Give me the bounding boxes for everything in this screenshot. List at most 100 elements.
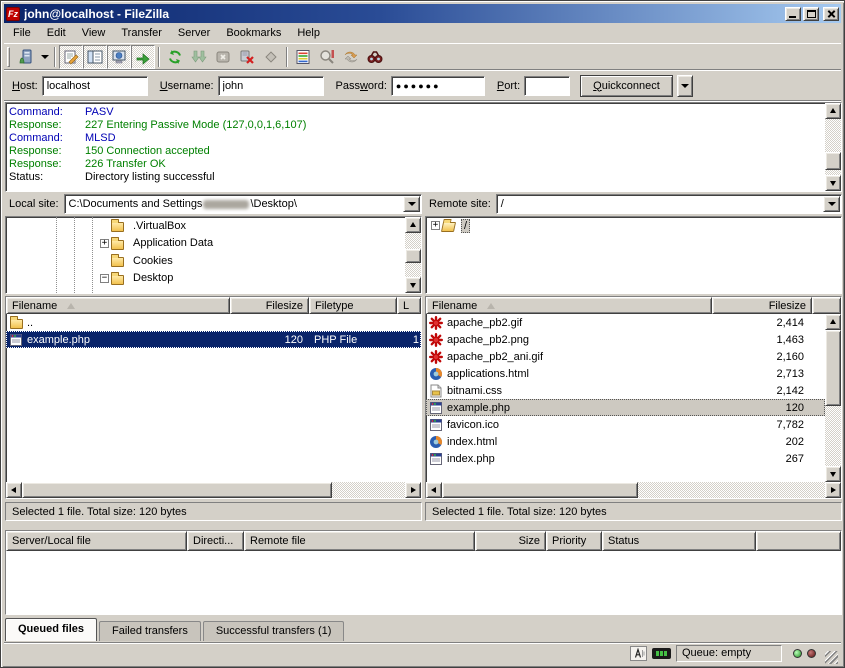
column-header-filesize[interactable]: Filesize bbox=[712, 297, 812, 314]
scroll-left-button[interactable] bbox=[426, 482, 442, 498]
file-row[interactable]: apache_pb2_ani.gif 2,160 bbox=[426, 348, 825, 365]
quickconnect-dropdown-button[interactable] bbox=[677, 75, 693, 97]
scroll-right-button[interactable] bbox=[405, 482, 421, 498]
menu-edit[interactable]: Edit bbox=[39, 24, 74, 42]
reconnect-icon bbox=[263, 49, 279, 65]
menu-bar: File Edit View Transfer Server Bookmarks… bbox=[4, 23, 841, 43]
scroll-down-button[interactable] bbox=[405, 277, 421, 293]
maximize-icon bbox=[807, 10, 816, 18]
file-row-updir[interactable]: .. bbox=[6, 314, 421, 331]
directory-comparison-button[interactable] bbox=[315, 45, 339, 69]
file-row[interactable]: favicon.ico 7,782 bbox=[426, 416, 825, 433]
file-row[interactable]: bitnami.css 2,142 bbox=[426, 382, 825, 399]
collapse-icon[interactable]: − bbox=[100, 274, 109, 283]
tree-item-application-data[interactable]: + Application Data bbox=[6, 235, 421, 253]
queue-column-size[interactable]: Size bbox=[475, 531, 546, 551]
toggle-queue-button[interactable] bbox=[131, 45, 155, 69]
toolbar-grip[interactable] bbox=[7, 47, 10, 67]
refresh-button[interactable] bbox=[163, 45, 187, 69]
site-manager-button[interactable] bbox=[14, 45, 38, 69]
toggle-local-tree-button[interactable] bbox=[83, 45, 107, 69]
tree-item-cookies[interactable]: Cookies bbox=[6, 252, 421, 270]
file-row[interactable]: applications.html 2,713 bbox=[426, 365, 825, 382]
quickconnect-button[interactable]: Quickconnect bbox=[580, 75, 673, 97]
tree-item-desktop[interactable]: − Desktop bbox=[6, 270, 421, 288]
resize-grip[interactable] bbox=[825, 651, 838, 664]
tree-item-virtualbox[interactable]: .VirtualBox bbox=[6, 217, 421, 235]
speedlimit-indicator-icon[interactable] bbox=[652, 648, 671, 659]
menu-help[interactable]: Help bbox=[289, 24, 328, 42]
remote-hscrollbar[interactable] bbox=[426, 482, 841, 498]
host-input[interactable] bbox=[42, 76, 148, 96]
menu-server[interactable]: Server bbox=[170, 24, 218, 42]
scroll-right-button[interactable] bbox=[825, 482, 841, 498]
toggle-remote-tree-button[interactable] bbox=[107, 45, 131, 69]
find-files-button[interactable] bbox=[363, 45, 387, 69]
local-hscrollbar[interactable] bbox=[6, 482, 421, 498]
queue-column-priority[interactable]: Priority bbox=[546, 531, 602, 551]
transfer-type-indicator[interactable] bbox=[630, 646, 647, 661]
maximize-button[interactable] bbox=[803, 7, 819, 21]
process-queue-button[interactable] bbox=[187, 45, 211, 69]
scrollbar-thumb[interactable] bbox=[442, 482, 638, 498]
toggle-message-log-button[interactable] bbox=[59, 45, 83, 69]
column-header-filename[interactable]: Filename bbox=[426, 297, 712, 314]
queue-column-direction[interactable]: Directi... bbox=[187, 531, 244, 551]
tab-queued-files[interactable]: Queued files bbox=[5, 618, 97, 641]
cancel-button[interactable] bbox=[211, 45, 235, 69]
disconnect-button[interactable] bbox=[235, 45, 259, 69]
username-input[interactable] bbox=[218, 76, 324, 96]
scrollbar-thumb[interactable] bbox=[405, 249, 421, 263]
arrow-up-icon bbox=[830, 316, 836, 324]
menu-view[interactable]: View bbox=[74, 24, 114, 42]
remote-vscrollbar[interactable] bbox=[825, 314, 841, 482]
queue-column-status[interactable]: Status bbox=[602, 531, 756, 551]
scroll-up-button[interactable] bbox=[405, 217, 421, 233]
synchronized-browsing-button[interactable] bbox=[339, 45, 363, 69]
scroll-left-button[interactable] bbox=[6, 482, 22, 498]
minimize-button[interactable] bbox=[785, 7, 801, 21]
file-row[interactable]: apache_pb2.gif 2,414 bbox=[426, 314, 825, 331]
scroll-up-button[interactable] bbox=[825, 314, 841, 330]
port-input[interactable] bbox=[524, 76, 570, 96]
file-row-example-php[interactable]: example.php 120 PHP File 1 bbox=[6, 331, 421, 348]
file-row[interactable]: index.html 202 bbox=[426, 433, 825, 450]
local-path-combobox[interactable]: C:\Documents and Settings\Desktop\ bbox=[64, 194, 422, 214]
expand-icon[interactable]: + bbox=[100, 239, 109, 248]
scrollbar-thumb[interactable] bbox=[825, 152, 841, 170]
file-row-selected[interactable]: example.php 120 bbox=[426, 399, 825, 416]
tree-item-root[interactable]: + / bbox=[426, 217, 841, 235]
tab-successful-transfers[interactable]: Successful transfers (1) bbox=[203, 621, 345, 641]
remote-path-combobox[interactable]: / bbox=[496, 194, 842, 214]
queue-column-server-local[interactable]: Server/Local file bbox=[6, 531, 187, 551]
sync-arrows-icon bbox=[343, 49, 359, 65]
close-button[interactable] bbox=[823, 7, 839, 21]
column-header-filetype[interactable]: Filetype bbox=[309, 297, 397, 314]
scrollbar-thumb[interactable] bbox=[825, 330, 841, 406]
column-header-lastmodified[interactable]: L bbox=[397, 297, 421, 314]
local-tree-scrollbar[interactable] bbox=[405, 217, 421, 293]
file-row[interactable]: index.php 267 bbox=[426, 450, 825, 467]
column-header-filesize[interactable]: Filesize bbox=[230, 297, 309, 314]
reconnect-button[interactable] bbox=[259, 45, 283, 69]
expand-icon[interactable]: + bbox=[431, 221, 440, 230]
menu-transfer[interactable]: Transfer bbox=[113, 24, 170, 42]
file-row[interactable]: apache_pb2.png 1,463 bbox=[426, 331, 825, 348]
scroll-down-button[interactable] bbox=[825, 466, 841, 482]
menu-bookmarks[interactable]: Bookmarks bbox=[218, 24, 289, 42]
log-scrollbar[interactable] bbox=[825, 103, 841, 191]
local-file-list: Filename Filesize Filetype L .. example.… bbox=[5, 296, 422, 499]
local-site-bar: Local site: C:\Documents and Settings\De… bbox=[5, 194, 422, 214]
password-input[interactable] bbox=[391, 76, 485, 96]
column-header-filename[interactable]: Filename bbox=[6, 297, 230, 314]
menu-file[interactable]: File bbox=[5, 24, 39, 42]
queue-column-remote-file[interactable]: Remote file bbox=[244, 531, 475, 551]
scroll-down-button[interactable] bbox=[825, 175, 841, 191]
site-manager-dropdown-button[interactable] bbox=[38, 45, 51, 69]
scrollbar-thumb[interactable] bbox=[22, 482, 332, 498]
directory-filters-button[interactable] bbox=[291, 45, 315, 69]
tab-failed-transfers[interactable]: Failed transfers bbox=[99, 621, 201, 641]
combo-dropdown-button[interactable] bbox=[823, 196, 840, 212]
scroll-up-button[interactable] bbox=[825, 103, 841, 119]
combo-dropdown-button[interactable] bbox=[403, 196, 420, 212]
